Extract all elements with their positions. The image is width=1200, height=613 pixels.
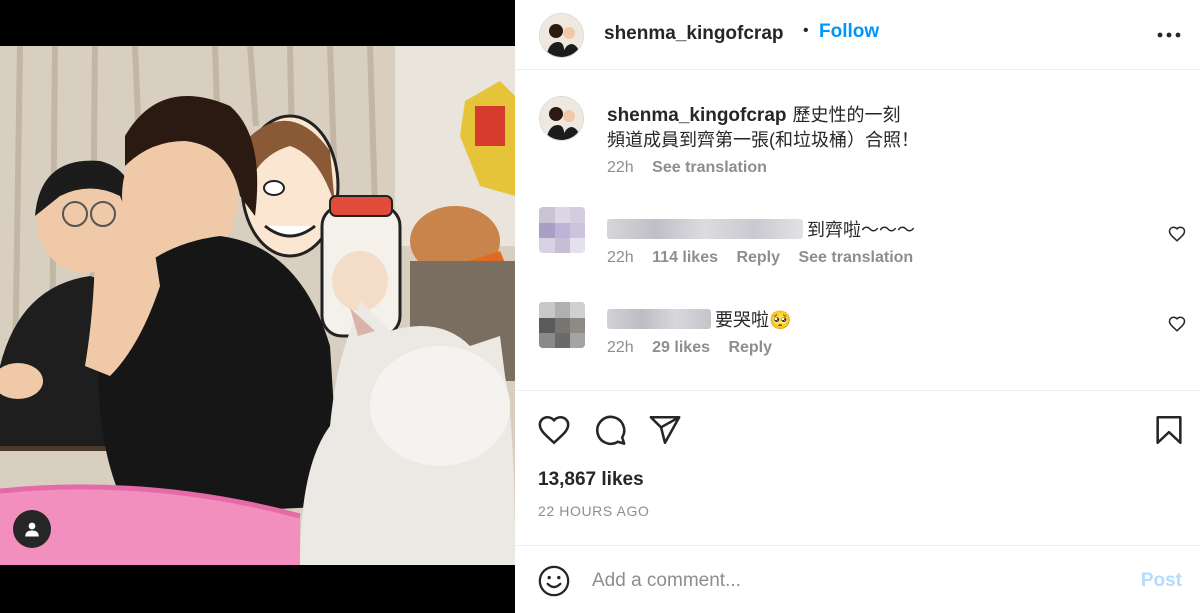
smiley-icon [538,565,570,597]
comment-2-username-redacted[interactable] [607,309,711,329]
follow-button[interactable]: Follow [819,21,879,43]
post-header: shenma_kingofcrap • Follow [515,0,1200,70]
author-username[interactable]: shenma_kingofcrap [604,23,784,45]
caption-see-translation[interactable]: See translation [652,159,767,176]
heart-icon [1168,226,1186,242]
paper-plane-icon [649,415,681,445]
comment-1-username-redacted[interactable] [607,219,803,239]
heart-icon [1168,316,1186,332]
comment-2-text: 要哭啦🥺 [715,310,792,330]
bookmark-icon [1156,415,1182,445]
comment-2-avatar[interactable] [539,302,585,348]
more-options-button[interactable] [1152,24,1186,46]
comment-button[interactable] [593,413,627,447]
heart-icon [538,415,570,445]
post-actions: 13,867 likes 22 HOURS AGO [515,390,1200,545]
post-photo[interactable] [0,46,515,565]
post-comment-button[interactable]: Post [1141,570,1182,592]
comment-2-like-button[interactable] [1168,315,1186,333]
user-tag-icon [25,522,39,537]
comment-bubble-icon [596,415,626,445]
comment-2-likes[interactable]: 29 likes [652,339,710,356]
share-button[interactable] [648,413,682,447]
comment-1-body: 到齊啦～～～ [607,216,915,242]
comment-1-time[interactable]: 22h [607,249,634,266]
emoji-button[interactable] [537,564,571,598]
like-button[interactable] [537,413,571,447]
post-side-panel: shenma_kingofcrap • Follow shenma_kingof… [515,0,1200,613]
separator-dot: • [803,22,809,39]
comment-1-reply[interactable]: Reply [736,249,780,266]
caption-line-1: 歷史性的一刻 [792,105,901,125]
comment-2-body: 要哭啦🥺 [607,306,791,332]
comments-list: shenma_kingofcrap 歷史性的一刻 頻道成員到齊第一張(和垃圾桶）合… [515,71,1200,391]
comment-1-text: 到齊啦～～～ [807,220,915,240]
like-count[interactable]: 13,867 likes [538,469,644,491]
caption-username[interactable]: shenma_kingofcrap [607,105,787,126]
comment-1-see-translation[interactable]: See translation [798,249,913,266]
user-tag-button[interactable] [13,510,51,548]
caption-time[interactable]: 22h [607,159,634,176]
post-timestamp[interactable]: 22 HOURS AGO [538,503,649,519]
author-avatar[interactable] [539,13,584,58]
comment-1-avatar[interactable] [539,207,585,253]
save-button[interactable] [1152,413,1186,447]
comment-1-likes[interactable]: 114 likes [652,249,718,266]
comment-2-reply[interactable]: Reply [728,339,772,356]
comment-1-meta: 22h 114 likes Reply See translation [607,249,927,267]
post-caption: shenma_kingofcrap 歷史性的一刻 頻道成員到齊第一張(和垃圾桶）合… [607,103,1167,152]
comment-input[interactable] [592,566,1112,596]
caption-line-2: 頻道成員到齊第一張(和垃圾桶）合照！ [607,130,919,150]
comment-1-like-button[interactable] [1168,225,1186,243]
comment-2-time[interactable]: 22h [607,339,634,356]
post-media-pane [0,0,515,613]
comment-composer: Post [515,545,1200,613]
more-options-icon [1157,32,1181,38]
comment-2-meta: 22h 29 likes Reply [607,339,786,357]
caption-meta: 22h See translation [607,159,781,177]
caption-author-avatar[interactable] [539,96,584,141]
